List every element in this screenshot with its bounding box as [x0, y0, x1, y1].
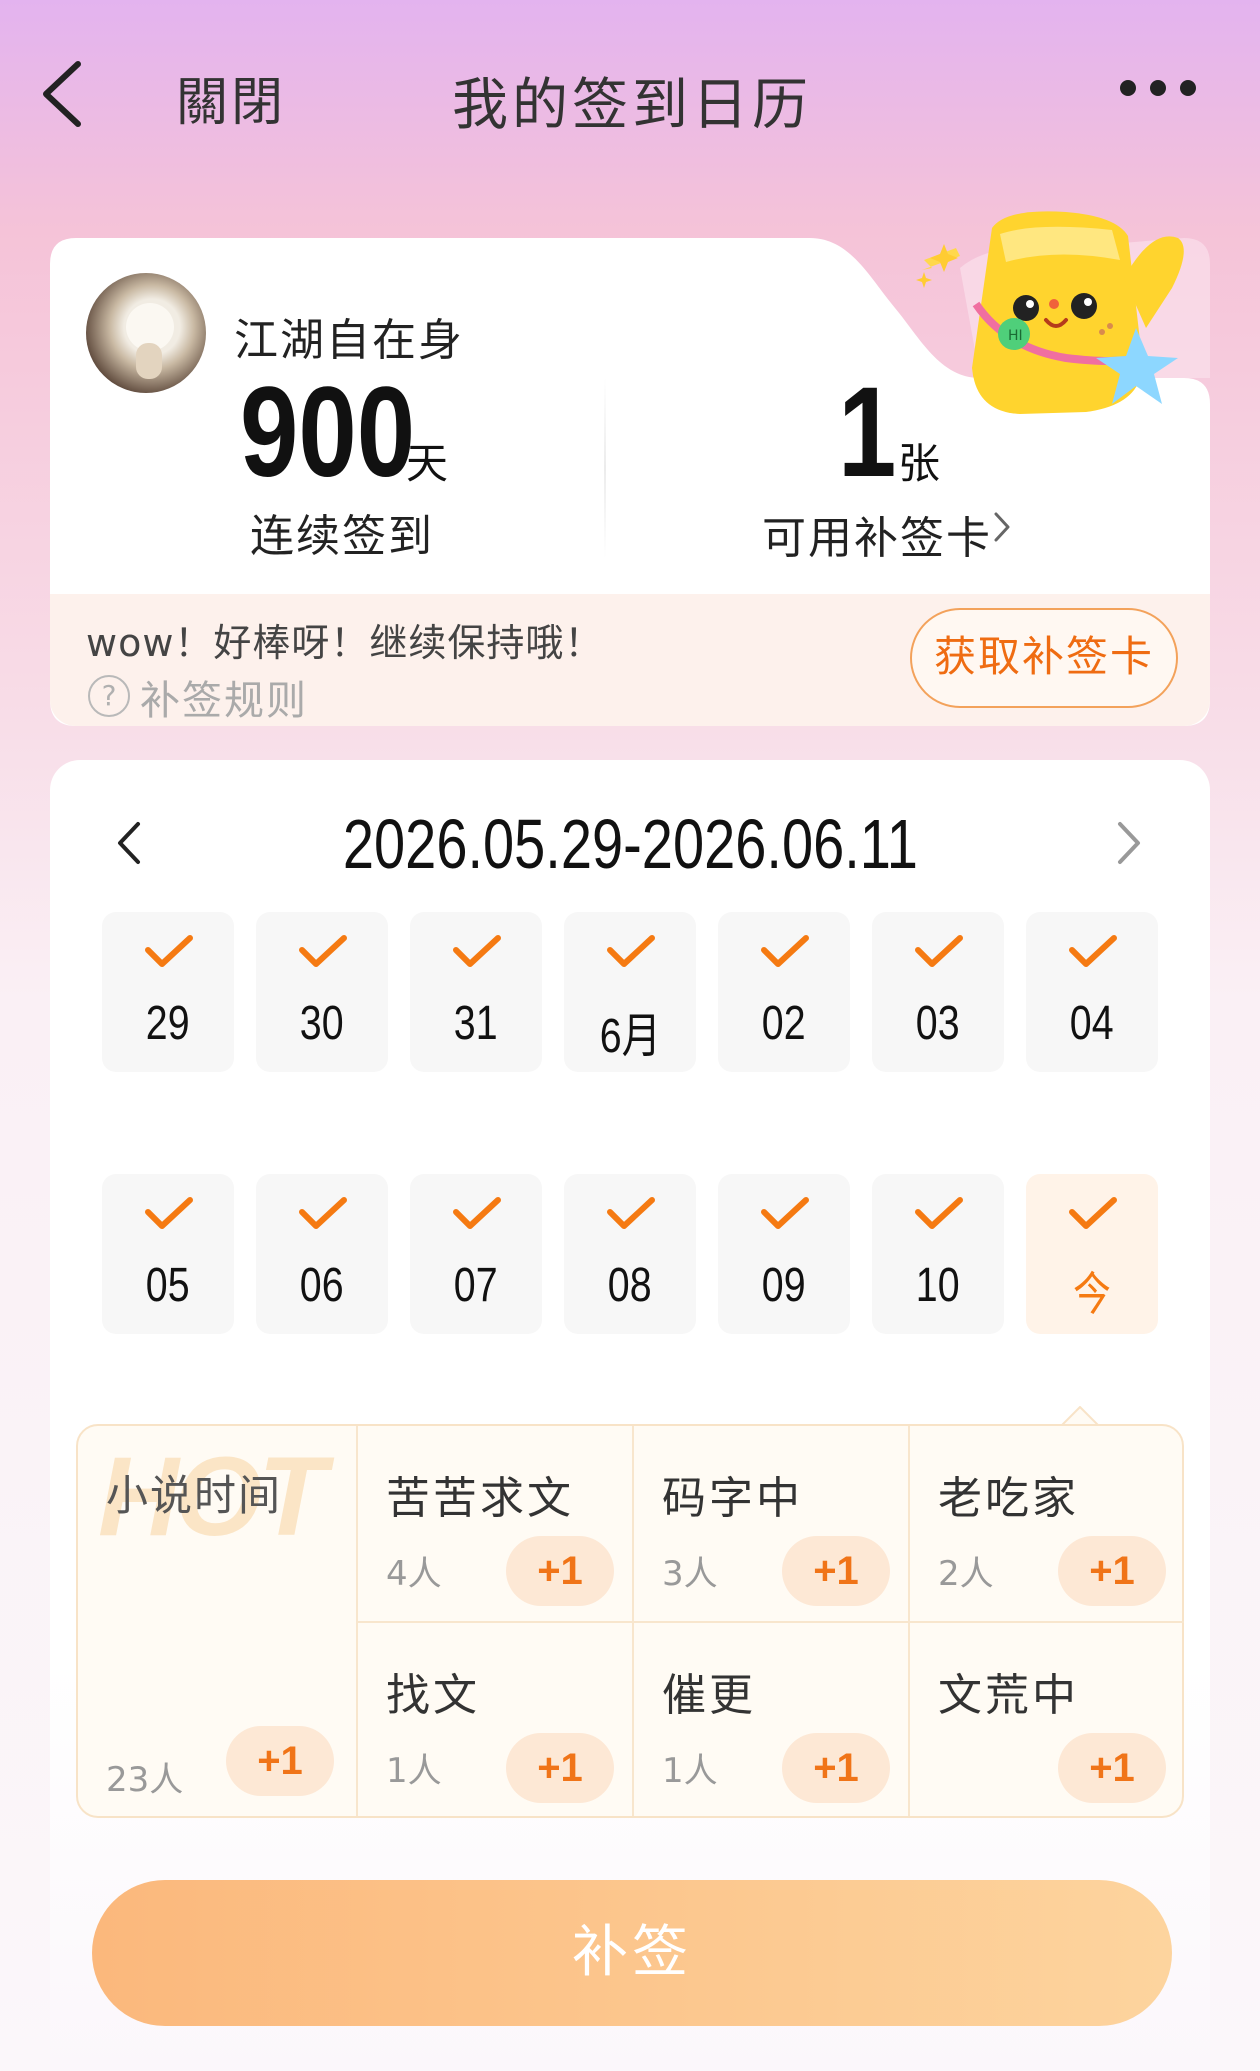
mascot-illustration: HI [916, 211, 1184, 414]
streak-days-unit: 天 [406, 439, 449, 488]
check-icon [915, 1197, 963, 1229]
avatar[interactable] [86, 273, 206, 393]
day-label: 31 [454, 997, 498, 1050]
stats-divider [604, 378, 606, 558]
day-label: 09 [762, 1259, 806, 1312]
day-label: 6月 [599, 1010, 661, 1063]
topic-cell[interactable]: 老吃家 2人 +1 [908, 1426, 1184, 1621]
makeup-cards-link[interactable]: 可用补签卡 [762, 502, 992, 566]
card-footer: wow！好棒呀！继续保持哦！ ? 补签规则 获取补签卡 [50, 594, 1210, 726]
day-label: 02 [762, 997, 806, 1050]
streak-days-value: 900 [240, 361, 416, 504]
topic-cell[interactable]: 找文 1人 +1 [356, 1621, 632, 1816]
day-cell-today[interactable]: 今 [1026, 1174, 1158, 1334]
day-label: 30 [300, 997, 344, 1050]
day-label: 05 [146, 1259, 190, 1312]
day-cell[interactable]: 06 [256, 1174, 388, 1334]
topic-plus-button[interactable]: +1 [782, 1733, 890, 1803]
question-icon[interactable]: ? [88, 675, 130, 717]
check-icon [299, 935, 347, 967]
day-label: 29 [146, 997, 190, 1050]
check-icon [453, 935, 501, 967]
topic-plus-button[interactable]: +1 [506, 1733, 614, 1803]
topic-count: 1人 [662, 1751, 718, 1791]
day-cell[interactable]: 07 [410, 1174, 542, 1334]
day-label: 06 [300, 1259, 344, 1312]
topic-count: 3人 [662, 1554, 718, 1594]
makeup-sign-button[interactable]: 补签 [92, 1880, 1172, 2026]
next-period-icon[interactable] [1116, 820, 1142, 866]
day-label: 10 [916, 1259, 960, 1312]
page-title: 我的签到日历 [452, 73, 812, 138]
day-cell[interactable]: 09 [718, 1174, 850, 1334]
back-arrow-icon[interactable] [38, 58, 86, 130]
close-button[interactable]: 關閉 [176, 60, 286, 135]
top-bar: 關閉 我的签到日历 [0, 0, 1260, 200]
day-label: 今 [1073, 1267, 1111, 1321]
day-label: 03 [916, 997, 960, 1050]
topic-cell[interactable]: 苦苦求文 4人 +1 [356, 1426, 632, 1621]
topic-cell[interactable]: 码字中 3人 +1 [632, 1426, 908, 1621]
check-icon [915, 935, 963, 967]
makeup-cards-unit: 张 [898, 439, 941, 488]
day-cell[interactable]: 04 [1026, 912, 1158, 1072]
day-cell[interactable]: 31 [410, 912, 542, 1072]
get-makeup-card-button[interactable]: 获取补签卡 [910, 608, 1178, 708]
calendar-card: 2026.05.29-2026.06.11 29 30 31 6月 02 03 04 05 06… [50, 760, 1210, 2071]
topic-plus-button[interactable]: +1 [1058, 1536, 1166, 1606]
check-icon [453, 1197, 501, 1229]
makeup-rules-link[interactable]: 补签规则 [140, 668, 308, 726]
topic-grid: HOT 小说时间 23人 +1 苦苦求文 4人 +1 码字中 3人 +1 老吃家… [76, 1424, 1184, 1818]
check-icon [1069, 1197, 1117, 1229]
day-cell[interactable]: 10 [872, 1174, 1004, 1334]
topic-title: 码字中 [662, 1473, 803, 1524]
chevron-right-icon[interactable] [992, 510, 1012, 544]
day-cell[interactable]: 30 [256, 912, 388, 1072]
topic-count: 1人 [386, 1751, 442, 1791]
topic-main-title: 小说时间 [106, 1471, 283, 1520]
makeup-cards-value: 1 [838, 361, 897, 504]
day-label: 07 [454, 1259, 498, 1312]
topic-title: 催更 [662, 1670, 756, 1721]
topic-main-count: 23人 [106, 1760, 184, 1800]
check-icon [145, 1197, 193, 1229]
svg-text:HI: HI [1008, 328, 1023, 344]
check-icon [761, 935, 809, 967]
day-cell[interactable]: 05 [102, 1174, 234, 1334]
topic-title: 找文 [386, 1670, 480, 1721]
day-label: 04 [1070, 997, 1114, 1050]
topic-plus-button[interactable]: +1 [1058, 1733, 1166, 1803]
date-range: 2026.05.29-2026.06.11 [342, 805, 918, 883]
streak-label: 连续签到 [250, 511, 434, 562]
day-cell[interactable]: 03 [872, 912, 1004, 1072]
user-stats-card: HI 江湖自在身 900 天 连续签到 1 张 可用补签卡 wow！好棒呀！继续… [50, 211, 1210, 726]
day-cell[interactable]: 6月 [564, 912, 696, 1072]
day-cell[interactable]: 29 [102, 912, 234, 1072]
day-label: 08 [608, 1259, 652, 1312]
check-icon [299, 1197, 347, 1229]
username: 江湖自在身 [234, 315, 464, 366]
topic-main-plus-button[interactable]: +1 [226, 1726, 334, 1796]
topic-plus-button[interactable]: +1 [506, 1536, 614, 1606]
more-options-icon[interactable] [1120, 80, 1210, 104]
check-icon [607, 935, 655, 967]
topic-title: 文荒中 [938, 1670, 1079, 1721]
topic-plus-button[interactable]: +1 [782, 1536, 890, 1606]
check-icon [145, 935, 193, 967]
day-cell[interactable]: 02 [718, 912, 850, 1072]
check-icon [1069, 935, 1117, 967]
topic-cell[interactable]: 文荒中 +1 [908, 1621, 1184, 1816]
topic-count: 4人 [386, 1554, 442, 1594]
encourage-text: wow！好棒呀！继续保持哦！ [86, 621, 604, 665]
day-cell[interactable]: 08 [564, 1174, 696, 1334]
check-icon [607, 1197, 655, 1229]
topic-title: 苦苦求文 [386, 1473, 574, 1524]
topic-cell[interactable]: 催更 1人 +1 [632, 1621, 908, 1816]
topic-title: 老吃家 [938, 1473, 1079, 1524]
check-icon [761, 1197, 809, 1229]
topic-count: 2人 [938, 1554, 994, 1594]
